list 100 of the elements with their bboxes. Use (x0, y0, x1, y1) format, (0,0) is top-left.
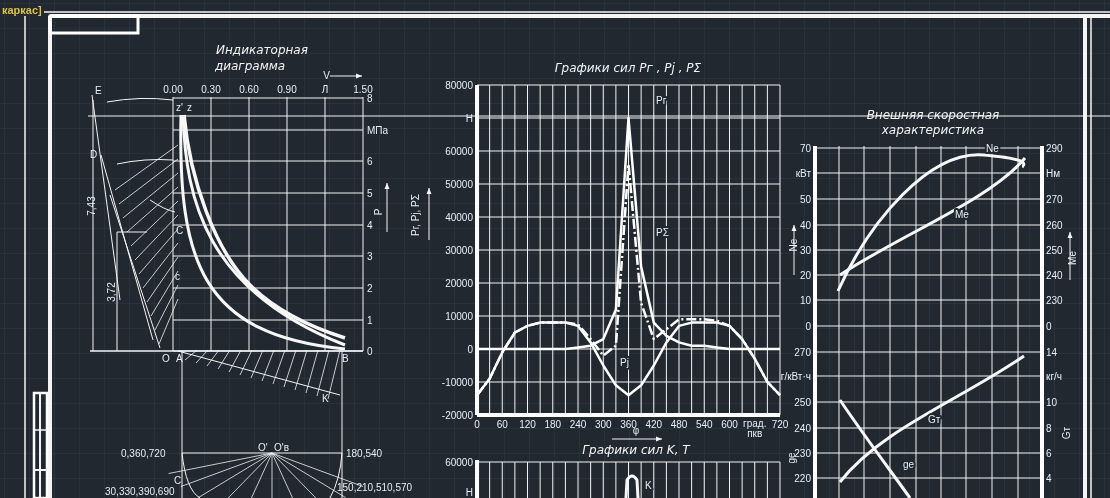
diagram-title: диаграмма (214, 59, 286, 73)
axis-tick-label: 240 (794, 423, 811, 434)
axis-tick-label: 70 (799, 143, 811, 154)
chart-title: Внешняя скоростная (866, 108, 1000, 122)
point-label: 180,540 (346, 448, 383, 459)
axis-tick-label: 270 (794, 347, 811, 358)
axis-tick-label: 40000 (445, 212, 473, 223)
axis-tick-label: 50000 (445, 179, 473, 190)
axis-tick-label: 0.60 (239, 84, 259, 95)
axis-tick-label: 4 (1046, 473, 1052, 484)
axis-tick-label: 60 (496, 419, 508, 430)
axis-tick-label: 220 (794, 473, 811, 484)
axis-tick-label: 0 (474, 419, 480, 430)
curve-label: Pг (656, 95, 667, 106)
axis-tick-label: 8 (1046, 423, 1052, 434)
axis-tick-label: 40 (799, 220, 811, 231)
axis-tick-label: 10 (1046, 397, 1058, 408)
axis-tick-label: 120 (519, 419, 536, 430)
axis-tick-label: Л (321, 84, 329, 95)
axis-tick-label: 50 (799, 194, 811, 205)
axis-tick-label: 60000 (445, 457, 473, 468)
axis-tick-label: г/кВт·ч (780, 371, 811, 382)
curve-label: Ne (986, 143, 999, 154)
axis-tick-label: 14 (1046, 347, 1058, 358)
force-curve (624, 474, 640, 498)
axis-tick-label: 8 (367, 93, 373, 104)
axis-tick-label: 4 (367, 220, 373, 231)
axis-label: P (373, 208, 384, 216)
axis-tick-label: 10 (799, 295, 811, 306)
point-label: C (176, 225, 184, 236)
axis-tick-label: 290 (1046, 143, 1063, 154)
axis-tick-label: 20000 (445, 278, 473, 289)
axis-tick-label: 10000 (445, 311, 473, 322)
point-label: D (90, 149, 98, 160)
axis-tick-label: 720 (771, 419, 789, 430)
chart-title: Графики сил K, T (582, 443, 690, 457)
axis-arrow (384, 182, 390, 233)
axis-label: Ne (788, 238, 799, 252)
curve-label: Gт (928, 414, 941, 425)
axis-tick-label: 30 (799, 245, 811, 256)
axis-label: Gт (1061, 426, 1072, 440)
axis-tick-label: 300 (594, 419, 612, 430)
axis-tick-label: 0 (1046, 321, 1052, 332)
point-label: K (322, 393, 329, 404)
axis-tick-label: 0 (467, 344, 473, 355)
point-label: z (187, 102, 192, 113)
point-label: 150,210,510,570 (337, 482, 413, 493)
viewport-label[interactable]: каркас] (2, 4, 42, 16)
axis-tick-label: 6 (1046, 448, 1052, 459)
axis-tick-label: 180 (544, 419, 562, 430)
axis-tick-label: 250 (794, 397, 811, 408)
point-label: E (95, 85, 102, 96)
point-label: C (174, 475, 182, 486)
point-label: z' (176, 102, 183, 113)
axis-tick-label: 1.50 (353, 84, 373, 95)
axis-tick-label: 240 (1046, 270, 1063, 281)
axis-tick-label: кВт (795, 168, 811, 179)
axis-tick-label: 600 (721, 419, 738, 430)
point-label: 0,360,720 (121, 448, 166, 459)
point-label: 30,330,390,690 (105, 486, 175, 497)
axis-tick-label: -10000 (441, 377, 473, 388)
point-label: A (176, 353, 183, 364)
axis-label: V (323, 70, 330, 81)
axis-tick-label: 0 (805, 321, 811, 332)
point-label: O'в (274, 442, 289, 453)
axis-tick-label: 540 (695, 419, 713, 430)
axis-arrow (611, 436, 663, 442)
axis-tick-label: 240 (569, 419, 587, 430)
axis-line (475, 460, 479, 498)
chart-title: Графики сил Pг , Pj , PΣ (554, 61, 702, 75)
dimension-label: 3,72 (106, 282, 117, 302)
axis-tick-label: Н (465, 487, 473, 498)
point-label: c (175, 271, 180, 282)
axis-tick-label: 230 (1046, 295, 1063, 306)
axis-tick-label: 30000 (445, 245, 473, 256)
axis-arrow (329, 73, 363, 79)
axis-arrow (791, 224, 797, 276)
axis-tick-label: 80000 (445, 80, 473, 91)
diagram-title: Индикаторная (216, 43, 308, 57)
axis-tick-label: 0.00 (163, 84, 183, 95)
axis-tick-label: кг/ч (1046, 371, 1062, 382)
dimension-label: 7,43 (86, 196, 97, 216)
axis-tick-label: 0.90 (277, 84, 297, 95)
axis-tick-label: 250 (1046, 245, 1063, 256)
axis-tick-label: -20000 (441, 410, 473, 421)
axis-tick-label: 420 (645, 419, 663, 430)
point-label: O' (258, 442, 268, 453)
point-label: B (342, 353, 349, 364)
axis-label: Me (1067, 251, 1078, 265)
axis-tick-label: град. пкв (743, 418, 767, 439)
axis-tick-label: Нм (1046, 168, 1061, 179)
axis-tick-label: 1 (367, 315, 373, 326)
chart-title: характеристика (881, 123, 985, 137)
point-label: O (162, 353, 170, 364)
curve-label: ge (903, 459, 915, 470)
axis-tick-label: 0.30 (201, 84, 221, 95)
axis-tick-label: 3 (367, 251, 373, 262)
axis-tick-label: 0 (367, 346, 373, 357)
axis-tick-label: Н (465, 113, 473, 124)
axis-tick-label: 480 (670, 419, 688, 430)
